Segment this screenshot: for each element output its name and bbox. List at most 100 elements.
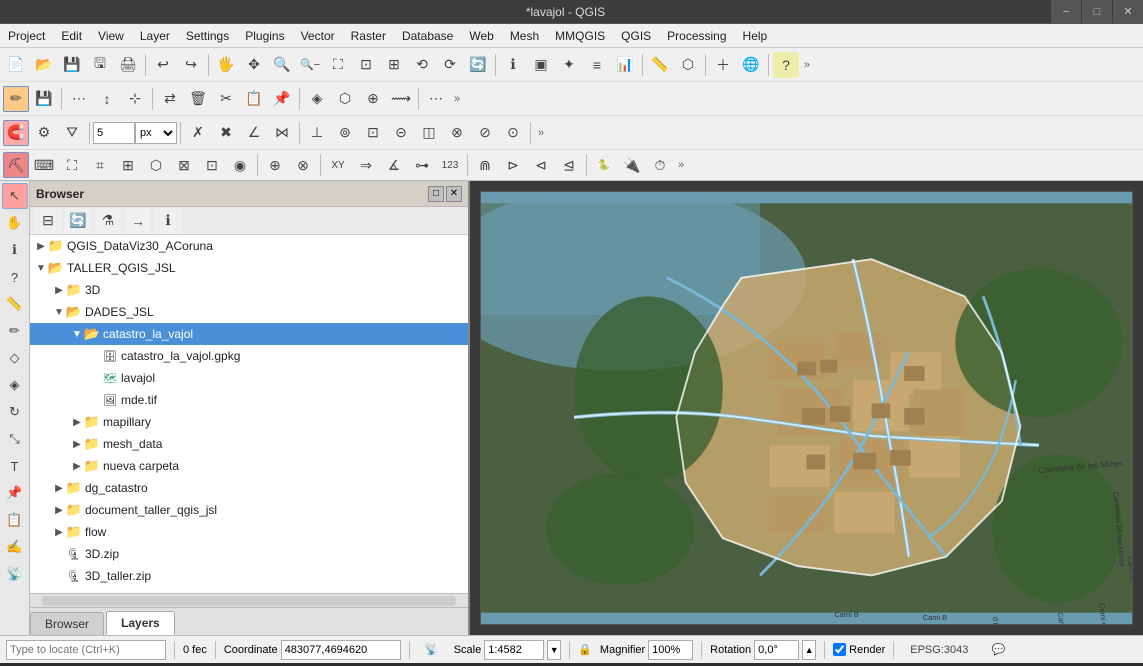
python-btn[interactable]: 🐍 [591, 152, 617, 178]
lbox-scale[interactable]: ⤡ [2, 426, 28, 452]
deselect-button[interactable]: ✦ [556, 52, 582, 78]
simplify[interactable]: ⟿ [388, 86, 414, 112]
zoom-full-button[interactable]: ⛶ [325, 52, 351, 78]
digitize-btn3[interactable]: ⊹ [122, 86, 148, 112]
redo-button[interactable]: ↪ [178, 52, 204, 78]
tree-item-dades[interactable]: ▼ 📂 DADES_JSL [30, 301, 468, 323]
panel-controls[interactable]: □ ✕ [428, 186, 462, 202]
maximize-button[interactable]: □ [1082, 0, 1112, 24]
adv-dig-btn[interactable]: ⛏ [3, 152, 29, 178]
plugin-btn[interactable]: 🔌 [619, 152, 645, 178]
path-btn[interactable]: ⇒ [353, 152, 379, 178]
select-button[interactable]: ▣ [528, 52, 554, 78]
lbox-digitize[interactable]: ◇ [2, 345, 28, 371]
lbox-node[interactable]: ◈ [2, 372, 28, 398]
map-canvas[interactable]: Carretera de les Mines Carretera de les … [480, 191, 1133, 625]
adv-dig3[interactable]: ⛶ [59, 152, 85, 178]
add-layer-to-map-btn[interactable]: → [125, 208, 151, 234]
menu-help[interactable]: Help [735, 24, 776, 47]
snap-x2[interactable]: ✖ [213, 120, 239, 146]
tree-item-3dtaller[interactable]: ▶ 🗜 3D_taller.zip [30, 565, 468, 587]
map-area[interactable]: Carretera de les Mines Carretera de les … [470, 181, 1143, 635]
filter-browser-btn[interactable]: ⚗ [95, 208, 121, 234]
locate-input[interactable] [6, 640, 166, 660]
zoom-last-button[interactable]: ⟲ [409, 52, 435, 78]
menu-processing[interactable]: Processing [659, 24, 734, 47]
menu-vector[interactable]: Vector [293, 24, 343, 47]
zoom-out-button[interactable]: 🔍− [297, 52, 323, 78]
measure-area-button[interactable]: ⬡ [675, 52, 701, 78]
move-btn[interactable]: ⇄ [157, 86, 183, 112]
browser-info-btn[interactable]: ℹ [155, 208, 181, 234]
help-button[interactable]: ? [773, 52, 799, 78]
add-ring[interactable]: ⬡ [332, 86, 358, 112]
collapse-all-btn[interactable]: ⊟ [35, 208, 61, 234]
minimize-button[interactable]: − [1051, 0, 1081, 24]
refresh-button[interactable]: 🔄 [465, 52, 491, 78]
more-tools-1[interactable]: » [800, 59, 814, 71]
snap-tool11[interactable]: ⊘ [472, 120, 498, 146]
tree-item-document-taller[interactable]: ▶ 📁 document_taller_qgis_jsl [30, 499, 468, 521]
zoom-selection-button[interactable]: ⊞ [381, 52, 407, 78]
rotation-spinner-up[interactable]: ▲ [802, 640, 816, 660]
copy-btn[interactable]: 📋 [241, 86, 267, 112]
snap-angle[interactable]: ∠ [241, 120, 267, 146]
add-wms-button[interactable]: 🌐 [738, 52, 764, 78]
more-tools-2[interactable]: » [450, 93, 464, 105]
snap-intersect[interactable]: ⋈ [269, 120, 295, 146]
render-checkbox[interactable] [833, 643, 846, 656]
print-button[interactable]: 🖨 [115, 52, 141, 78]
snap-tool8[interactable]: ⊝ [388, 120, 414, 146]
lbox-edit[interactable]: ✏ [2, 318, 28, 344]
label-btn2[interactable]: ⊗ [290, 152, 316, 178]
tree-item-dg-catastro[interactable]: ▶ 📁 dg_catastro [30, 477, 468, 499]
zoom-layer-button[interactable]: ⊡ [353, 52, 379, 78]
add-part[interactable]: ⊕ [360, 86, 386, 112]
panel-tabs[interactable]: Browser Layers [30, 607, 468, 635]
tree-item-mesh-data[interactable]: ▶ 📁 mesh_data [30, 433, 468, 455]
shape-btn1[interactable]: ⋒ [472, 152, 498, 178]
node-tool[interactable]: ◈ [304, 86, 330, 112]
lbox-pan[interactable]: ✋ [2, 210, 28, 236]
save-edits[interactable]: 💾 [31, 86, 57, 112]
snap-config[interactable]: ⚙ [31, 120, 57, 146]
tab-layers[interactable]: Layers [106, 611, 175, 635]
menu-web[interactable]: Web [461, 24, 501, 47]
shape-btn4[interactable]: ⊴ [556, 152, 582, 178]
digitize-btn2[interactable]: ↕ [94, 86, 120, 112]
snap-tool6[interactable]: ⊚ [332, 120, 358, 146]
menu-edit[interactable]: Edit [53, 24, 90, 47]
adv-dig5[interactable]: ⊞ [115, 152, 141, 178]
scale-dropdown-btn[interactable]: ▼ [547, 640, 561, 660]
adv-dig6[interactable]: ⬡ [143, 152, 169, 178]
menu-mmqgis[interactable]: MMQGIS [547, 24, 613, 47]
pan-button[interactable]: 🖐 [213, 52, 239, 78]
paste-btn[interactable]: 📌 [269, 86, 295, 112]
lbox-label[interactable]: T [2, 453, 28, 479]
edit-toggle[interactable]: ✏ [3, 86, 29, 112]
magnifier-input[interactable] [648, 640, 693, 660]
menu-settings[interactable]: Settings [178, 24, 237, 47]
more-tools-3[interactable]: » [534, 127, 548, 139]
digitize-btn1[interactable]: ⋯ [66, 86, 92, 112]
snap-tool7[interactable]: ⊡ [360, 120, 386, 146]
messages-btn[interactable]: 💬 [985, 637, 1011, 663]
lbox-measure[interactable]: 📏 [2, 291, 28, 317]
scale-input[interactable] [484, 640, 544, 660]
tree-item-qgis-dataviz[interactable]: ▶ 📁 QGIS_DataViz30_ACoruna [30, 235, 468, 257]
gps-status-btn[interactable]: 📡 [419, 637, 445, 663]
lbox-identify[interactable]: ℹ [2, 237, 28, 263]
angle-btn[interactable]: ∡ [381, 152, 407, 178]
tree-item-flow[interactable]: ▶ 📁 flow [30, 521, 468, 543]
menu-database[interactable]: Database [394, 24, 461, 47]
clock-btn[interactable]: ⏱ [647, 152, 673, 178]
tree-item-mapillary[interactable]: ▶ 📁 mapillary [30, 411, 468, 433]
num-btn[interactable]: 123 [437, 152, 463, 178]
snap-tool5[interactable]: ⊥ [304, 120, 330, 146]
menu-layer[interactable]: Layer [132, 24, 178, 47]
delete-btn[interactable]: 🗑 [185, 86, 211, 112]
identify-button[interactable]: ℹ [500, 52, 526, 78]
adv-dig9[interactable]: ◉ [227, 152, 253, 178]
pan-map-button[interactable]: ✥ [241, 52, 267, 78]
window-controls[interactable]: − □ ✕ [1051, 0, 1143, 24]
